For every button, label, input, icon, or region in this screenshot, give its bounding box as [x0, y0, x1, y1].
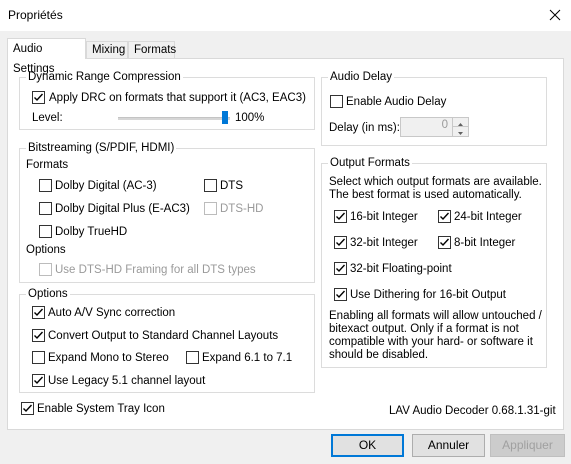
- av-sync-checkbox[interactable]: [32, 306, 45, 319]
- output-formats-group-title: Output Formats: [328, 156, 412, 170]
- float32-label[interactable]: 32-bit Floating-point: [350, 262, 452, 276]
- dolby-digital-checkbox[interactable]: [39, 179, 52, 192]
- dts-hd-framing-checkbox: [39, 263, 52, 276]
- checkmark-icon: [34, 93, 44, 102]
- chevron-down-icon: [458, 132, 463, 135]
- dolby-digital-plus-checkbox[interactable]: [39, 202, 52, 215]
- output-formats-description-2: The best format is used automatically.: [329, 189, 522, 201]
- expand-mono-label[interactable]: Expand Mono to Stereo: [48, 351, 169, 365]
- bitstreaming-options-label: Options: [26, 244, 66, 256]
- options-group-title: Options: [26, 287, 70, 301]
- checkmark-icon: [336, 264, 346, 273]
- int16-checkbox[interactable]: [334, 210, 347, 223]
- close-icon: [549, 9, 561, 21]
- apply-drc-label[interactable]: Apply DRC on formats that support it (AC…: [49, 91, 306, 105]
- float32-checkbox[interactable]: [334, 262, 347, 275]
- legacy-51-checkbox[interactable]: [32, 374, 45, 387]
- checkmark-icon: [336, 238, 346, 247]
- delay-stepper-up[interactable]: [453, 118, 468, 127]
- title-bar: Propriétés: [0, 0, 571, 31]
- delay-stepper[interactable]: 0: [400, 117, 469, 137]
- tab-mixing[interactable]: Mixing: [86, 41, 128, 58]
- drc-level-value: 100%: [235, 112, 265, 124]
- checkmark-icon: [336, 290, 346, 299]
- version-label: LAV Audio Decoder 0.68.1.31-git: [389, 405, 556, 417]
- expand-61-checkbox[interactable]: [186, 351, 199, 364]
- ok-button[interactable]: OK: [331, 434, 404, 457]
- output-formats-note-4: should be disabled.: [329, 349, 429, 361]
- dts-hd-framing-label: Use DTS-HD Framing for all DTS types: [55, 264, 256, 276]
- tab-audio-settings[interactable]: Audio Settings: [7, 38, 86, 75]
- audio-settings-panel: Dynamic Range Compression Apply DRC on f…: [7, 58, 564, 430]
- drc-level-slider-track[interactable]: [118, 117, 230, 120]
- expand-61-label[interactable]: Expand 6.1 to 7.1: [202, 351, 292, 365]
- checkmark-icon: [34, 331, 44, 340]
- checkmark-icon: [336, 212, 346, 221]
- dithering-label[interactable]: Use Dithering for 16-bit Output: [350, 288, 506, 302]
- tab-formats[interactable]: Formats: [128, 41, 176, 58]
- dts-hd-label: DTS-HD: [220, 203, 264, 215]
- int8-label[interactable]: 8-bit Integer: [454, 236, 515, 250]
- enable-audio-delay-label[interactable]: Enable Audio Delay: [346, 95, 446, 109]
- av-sync-label[interactable]: Auto A/V Sync correction: [48, 306, 175, 320]
- apply-drc-checkbox[interactable]: [32, 91, 45, 104]
- output-formats-description-1: Select which output formats are availabl…: [329, 176, 542, 188]
- audio-delay-group-title: Audio Delay: [328, 70, 395, 84]
- output-formats-note-1: Enabling all formats will allow untouche…: [329, 310, 542, 322]
- apply-button: Appliquer: [490, 434, 565, 457]
- int24-checkbox[interactable]: [438, 210, 451, 223]
- int32-label[interactable]: 32-bit Integer: [350, 236, 418, 250]
- system-tray-checkbox[interactable]: [21, 402, 34, 415]
- checkmark-icon: [23, 404, 33, 413]
- window-title: Propriétés: [8, 8, 63, 22]
- int8-checkbox[interactable]: [438, 236, 451, 249]
- dolby-truehd-label[interactable]: Dolby TrueHD: [55, 225, 127, 239]
- drc-level-slider-thumb[interactable]: [222, 111, 228, 124]
- dithering-checkbox[interactable]: [334, 288, 347, 301]
- checkmark-icon: [34, 308, 44, 317]
- bitstreaming-group-title: Bitstreaming (S/PDIF, HDMI): [26, 141, 177, 155]
- delay-value[interactable]: 0: [442, 119, 448, 131]
- delay-label: Delay (in ms):: [329, 122, 400, 134]
- checkmark-icon: [440, 238, 450, 247]
- int16-label[interactable]: 16-bit Integer: [350, 210, 418, 224]
- system-tray-label[interactable]: Enable System Tray Icon: [37, 402, 165, 416]
- dolby-digital-label[interactable]: Dolby Digital (AC-3): [55, 179, 157, 193]
- expand-mono-checkbox[interactable]: [32, 351, 45, 364]
- enable-audio-delay-checkbox[interactable]: [330, 95, 343, 108]
- cancel-button[interactable]: Annuler: [412, 434, 485, 457]
- formats-label: Formats: [26, 159, 69, 171]
- dolby-digital-plus-label[interactable]: Dolby Digital Plus (E-AC3): [55, 202, 190, 216]
- delay-stepper-down[interactable]: [453, 127, 468, 136]
- legacy-51-label[interactable]: Use Legacy 5.1 channel layout: [48, 374, 205, 388]
- output-formats-note-2: bitexact output. Only if a format is not: [329, 323, 519, 335]
- dts-checkbox[interactable]: [204, 179, 217, 192]
- convert-output-checkbox[interactable]: [32, 329, 45, 342]
- delay-stepper-buttons: [452, 118, 468, 136]
- output-formats-note-3: compatible with your hard- or software i…: [329, 336, 533, 348]
- checkmark-icon: [34, 376, 44, 385]
- dts-hd-checkbox: [204, 202, 217, 215]
- drc-level-label: Level:: [32, 112, 63, 124]
- close-button[interactable]: [543, 3, 567, 27]
- int24-label[interactable]: 24-bit Integer: [454, 210, 522, 224]
- checkmark-icon: [440, 212, 450, 221]
- convert-output-label[interactable]: Convert Output to Standard Channel Layou…: [48, 329, 278, 343]
- int32-checkbox[interactable]: [334, 236, 347, 249]
- dts-label[interactable]: DTS: [220, 179, 243, 193]
- dolby-truehd-checkbox[interactable]: [39, 225, 52, 238]
